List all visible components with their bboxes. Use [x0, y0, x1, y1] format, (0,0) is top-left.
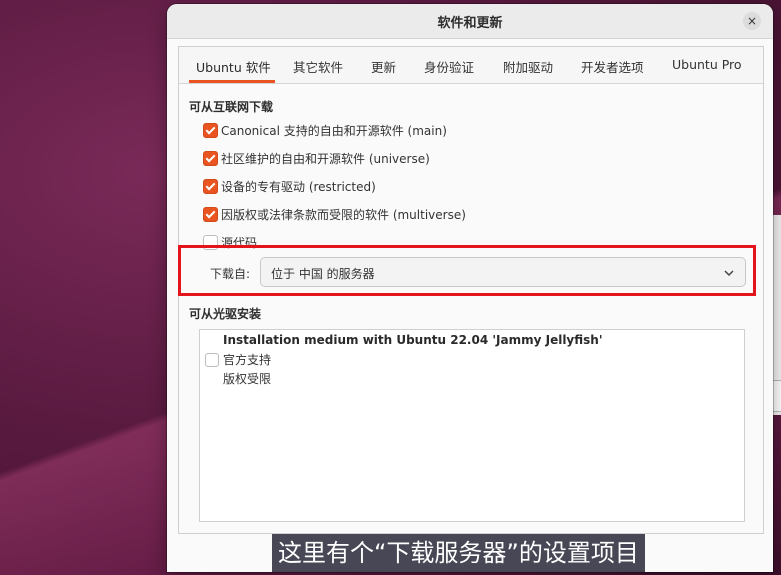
cdrom-section-title: 可从光驱安装: [189, 307, 262, 321]
checkbox-main[interactable]: [203, 123, 218, 138]
tab-other-software[interactable]: 其它软件: [293, 57, 343, 76]
option-universe-label: 社区维护的自由和开源软件 (universe): [221, 152, 430, 166]
option-main-label: Canonical 支持的自由和开源软件 (main): [221, 124, 447, 138]
tab-ubuntu-software[interactable]: Ubuntu 软件: [196, 57, 271, 76]
tab-authentication[interactable]: 身份验证: [424, 57, 474, 76]
tab-additional-drivers[interactable]: 附加驱动: [503, 57, 553, 76]
highlight-annotation-box: [178, 245, 756, 296]
installation-media-title: Installation medium with Ubuntu 22.04 'J…: [223, 333, 603, 347]
installation-media-official: 官方支持: [223, 353, 272, 367]
checkbox-installation-media[interactable]: [205, 353, 219, 367]
title-bar: 软件和更新 ×: [167, 4, 773, 39]
checkbox-universe[interactable]: [203, 151, 218, 166]
option-restricted-label: 设备的专有驱动 (restricted): [221, 180, 376, 194]
active-tab-indicator: [189, 80, 275, 83]
installation-media-restricted: 版权受限: [223, 372, 272, 386]
checkbox-restricted[interactable]: [203, 179, 218, 194]
internet-section-title: 可从互联网下载: [189, 100, 274, 114]
close-icon: ×: [746, 14, 758, 28]
option-multiverse-label: 因版权或法律条款而受限的软件 (multiverse): [221, 208, 466, 222]
tab-developer-options[interactable]: 开发者选项: [581, 57, 644, 76]
tab-ubuntu-pro[interactable]: Ubuntu Pro: [672, 57, 742, 72]
video-caption: 这里有个“下载服务器”的设置项目: [272, 534, 645, 572]
close-button[interactable]: ×: [743, 12, 761, 30]
tab-updates[interactable]: 更新: [371, 57, 396, 76]
checkbox-multiverse[interactable]: [203, 207, 218, 222]
tab-bar: Ubuntu 软件 其它软件 更新 身份验证 附加驱动 开发者选项 Ubuntu…: [179, 47, 763, 84]
installation-media-list: Installation medium with Ubuntu 22.04 'J…: [199, 329, 745, 522]
window-title: 软件和更新: [437, 16, 503, 31]
